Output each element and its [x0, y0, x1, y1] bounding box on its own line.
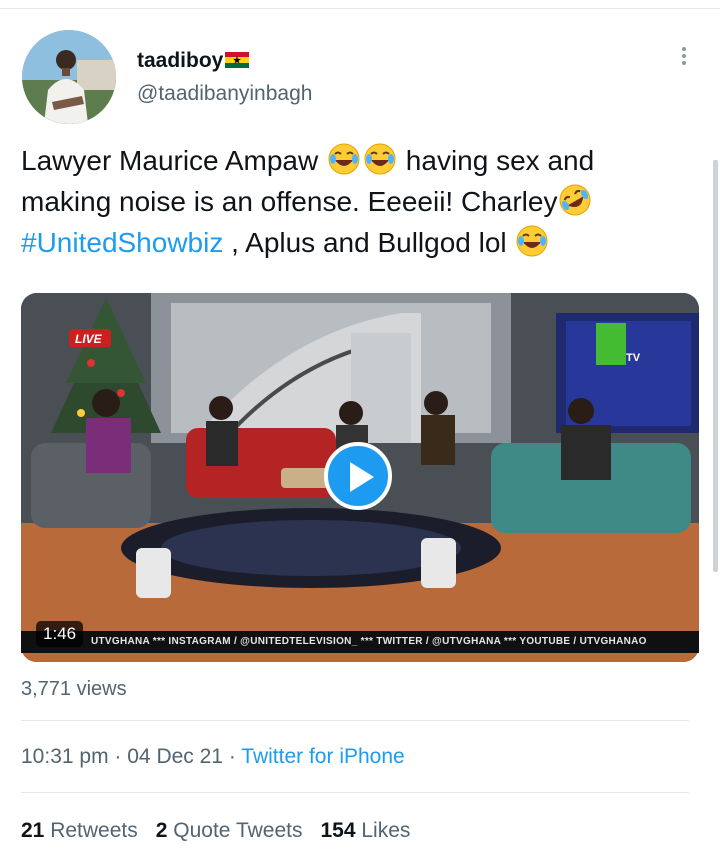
divider	[21, 792, 689, 793]
likes-label: Likes	[361, 819, 411, 842]
tweet-time[interactable]: 10:31 pm	[21, 745, 109, 768]
scrollbar[interactable]	[713, 160, 718, 572]
joy-emoji-icon	[363, 142, 397, 176]
tweet-line-2: making noise is an offense. Eeeeii! Char…	[21, 181, 681, 222]
view-count: 3,771 views	[21, 678, 127, 700]
play-button[interactable]	[324, 442, 392, 510]
quote-tweets-stat[interactable]: 2 Quote Tweets	[156, 819, 303, 842]
author-handle[interactable]: @taadibanyinbagh	[137, 82, 312, 106]
top-divider	[0, 8, 720, 9]
video-ticker: UTVGHANA *** INSTAGRAM / @UNITEDTELEVISI…	[21, 631, 699, 653]
tweet-text: Lawyer Maurice Ampaw having sex and maki…	[21, 140, 681, 263]
tweet-line-3: #UnitedShowbiz , Aplus and Bullgod lol	[21, 222, 681, 263]
tweet-stats: 21 Retweets 2 Quote Tweets 154 Likes	[21, 819, 410, 843]
live-badge: LIVE	[75, 332, 103, 346]
tweet-line-1: Lawyer Maurice Ampaw having sex and	[21, 140, 681, 181]
retweets-count: 21	[21, 819, 45, 842]
retweets-label: Retweets	[50, 819, 138, 842]
channel-logo: TV	[626, 352, 641, 364]
likes-stat[interactable]: 154 Likes	[320, 819, 410, 842]
retweets-stat[interactable]: 21 Retweets	[21, 819, 138, 842]
avatar[interactable]	[22, 30, 116, 124]
tweet-source-link[interactable]: Twitter for iPhone	[241, 745, 404, 768]
tweet-text-segment: making noise is an offense. Eeeeii! Char…	[21, 186, 558, 217]
avatar-photo	[22, 30, 116, 124]
joy-emoji-icon	[515, 224, 549, 258]
rofl-emoji-icon	[558, 183, 592, 217]
tweet-meta: 10:31 pm · 04 Dec 21 · Twitter for iPhon…	[21, 745, 405, 769]
quote-tweets-label: Quote Tweets	[173, 819, 303, 842]
more-options-icon[interactable]	[674, 44, 694, 72]
meta-separator: ·	[114, 745, 122, 768]
display-name: taadiboy	[137, 49, 224, 72]
hashtag-link[interactable]: #UnitedShowbiz	[21, 227, 223, 258]
video-duration: 1:46	[36, 621, 84, 647]
ghana-flag-icon	[225, 52, 250, 68]
tweet-text-segment: Lawyer Maurice Ampaw	[21, 145, 319, 176]
tweet-date[interactable]: 04 Dec 21	[127, 745, 223, 768]
play-icon	[350, 462, 374, 492]
quote-tweets-count: 2	[155, 819, 168, 842]
likes-count: 154	[320, 819, 356, 842]
tweet-text-segment: , Aplus and Bullgod lol	[231, 227, 507, 258]
divider	[21, 720, 689, 721]
tweet-text-segment: having sex and	[405, 145, 595, 176]
author-name[interactable]: taadiboy	[137, 49, 250, 73]
joy-emoji-icon	[327, 142, 361, 176]
meta-separator: ·	[228, 745, 236, 768]
